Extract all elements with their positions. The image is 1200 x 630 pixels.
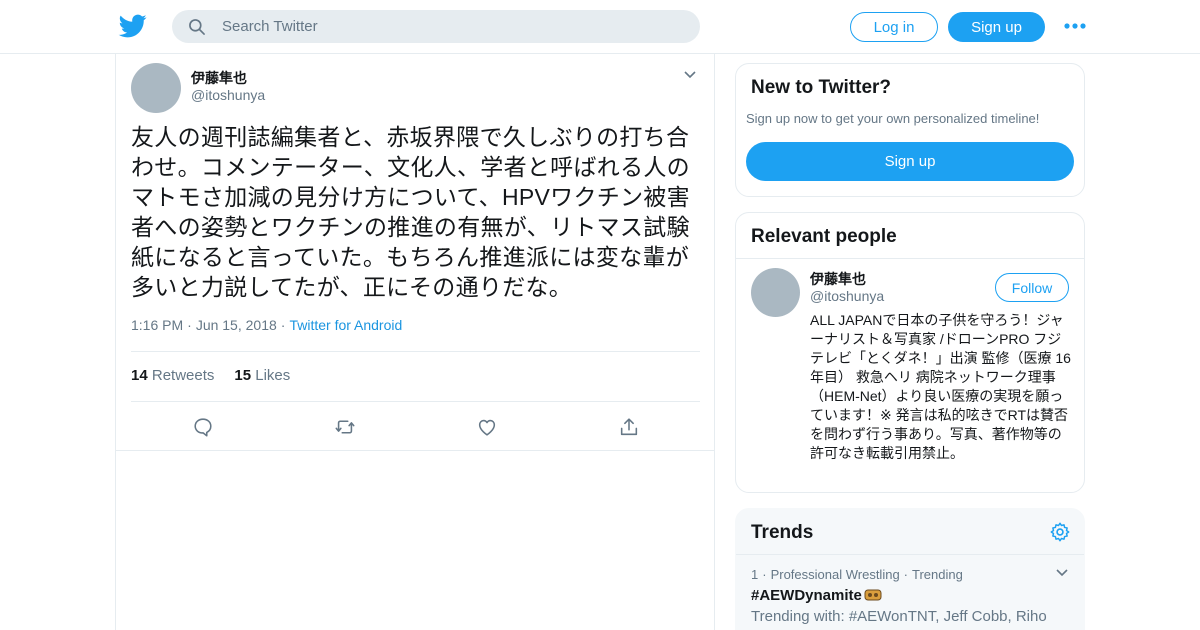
gear-icon[interactable] xyxy=(1049,521,1071,543)
tweet-source-link[interactable]: Twitter for Android xyxy=(289,317,402,333)
tweet-author-name[interactable]: 伊藤隼也 xyxy=(191,68,247,88)
trend-related: Trending with: #AEWonTNT, Jeff Cobb, Rih… xyxy=(751,608,1047,625)
retweets-stat[interactable]: 14 Retweets xyxy=(131,367,214,384)
trend-hashtag[interactable]: #AEWDynamite xyxy=(751,587,862,604)
search-input[interactable] xyxy=(222,10,682,43)
divider xyxy=(131,401,700,402)
trend-status: Trending xyxy=(912,567,963,582)
tweet-time[interactable]: 1:16 PM xyxy=(131,317,183,333)
login-button[interactable]: Log in xyxy=(850,12,938,42)
likes-stat[interactable]: 15 Likes xyxy=(234,367,290,384)
tweet-column: 伊藤隼也 @itoshunya 友人の週刊誌編集者と、赤坂界隈で久しぶりの打ち合… xyxy=(115,54,715,630)
retweet-icon[interactable] xyxy=(334,416,356,438)
search-icon xyxy=(189,19,205,35)
meta-separator: · xyxy=(187,317,192,333)
card-title: Trends xyxy=(751,522,814,543)
reply-icon[interactable] xyxy=(192,416,214,438)
tweet-timestamp: 1:16 PM · Jun 15, 2018 · Twitter for Android xyxy=(131,317,402,333)
divider xyxy=(736,258,1084,259)
twitter-bird-icon[interactable] xyxy=(118,12,148,40)
trends-card: Trends 1 · Professional Wrestling · Trending… xyxy=(735,508,1085,630)
avatar[interactable] xyxy=(131,63,181,113)
retweets-count: 14 xyxy=(131,367,148,384)
likes-count: 15 xyxy=(234,367,252,384)
tweet-bottom-border xyxy=(116,450,714,451)
card-title: New to Twitter? xyxy=(751,77,892,98)
wrestling-emoji-icon xyxy=(864,589,882,601)
divider xyxy=(736,554,1084,555)
tweet-date[interactable]: Jun 15, 2018 xyxy=(196,317,277,333)
trend-rank: 1 xyxy=(751,567,759,582)
tweet-text: 友人の週刊誌編集者と、赤坂界隈で久しぶりの打ち合わせ。コメンテーター、文化人、学… xyxy=(131,124,690,300)
tweet-author-handle[interactable]: @itoshunya xyxy=(191,87,265,103)
retweets-label: Retweets xyxy=(151,367,215,384)
more-dots-icon[interactable] xyxy=(1062,18,1088,34)
trend-category: Professional Wrestling xyxy=(770,567,900,582)
chevron-down-icon[interactable] xyxy=(1054,567,1070,579)
trend-meta: 1 · Professional Wrestling · Trending xyxy=(751,567,963,582)
tweet-stats: 14 Retweets 15 Likes xyxy=(131,367,290,384)
meta-separator: · xyxy=(280,317,286,333)
person-handle[interactable]: @itoshunya xyxy=(810,288,884,304)
signup-button[interactable]: Sign up xyxy=(948,12,1045,42)
person-name[interactable]: 伊藤隼也 xyxy=(810,269,866,289)
divider xyxy=(131,351,700,352)
share-icon[interactable] xyxy=(618,416,640,438)
chevron-down-icon[interactable] xyxy=(682,68,698,82)
follow-button[interactable]: Follow xyxy=(995,273,1069,302)
search-bar[interactable] xyxy=(172,10,700,43)
card-title: Relevant people xyxy=(751,226,897,247)
relevant-people-card: Relevant people 伊藤隼也 @itoshunya Follow A… xyxy=(735,212,1085,493)
new-to-twitter-card: New to Twitter? Sign up now to get your … xyxy=(735,63,1085,197)
card-subtitle: Sign up now to get your own personalized… xyxy=(746,111,1040,126)
like-icon[interactable] xyxy=(476,416,498,438)
meta-separator: · xyxy=(762,567,767,582)
person-bio: ALL JAPANで日本の子供を守ろう！ジャーナリスト＆写真家 /ドローンPRO… xyxy=(810,312,1071,461)
trend-name[interactable]: #AEWDynamite xyxy=(751,587,882,604)
top-navigation-bar: Log in Sign up xyxy=(0,0,1200,54)
signup-card-button[interactable]: Sign up xyxy=(746,142,1074,181)
meta-separator: · xyxy=(903,567,909,582)
likes-label: Likes xyxy=(255,367,291,384)
avatar[interactable] xyxy=(751,268,800,317)
